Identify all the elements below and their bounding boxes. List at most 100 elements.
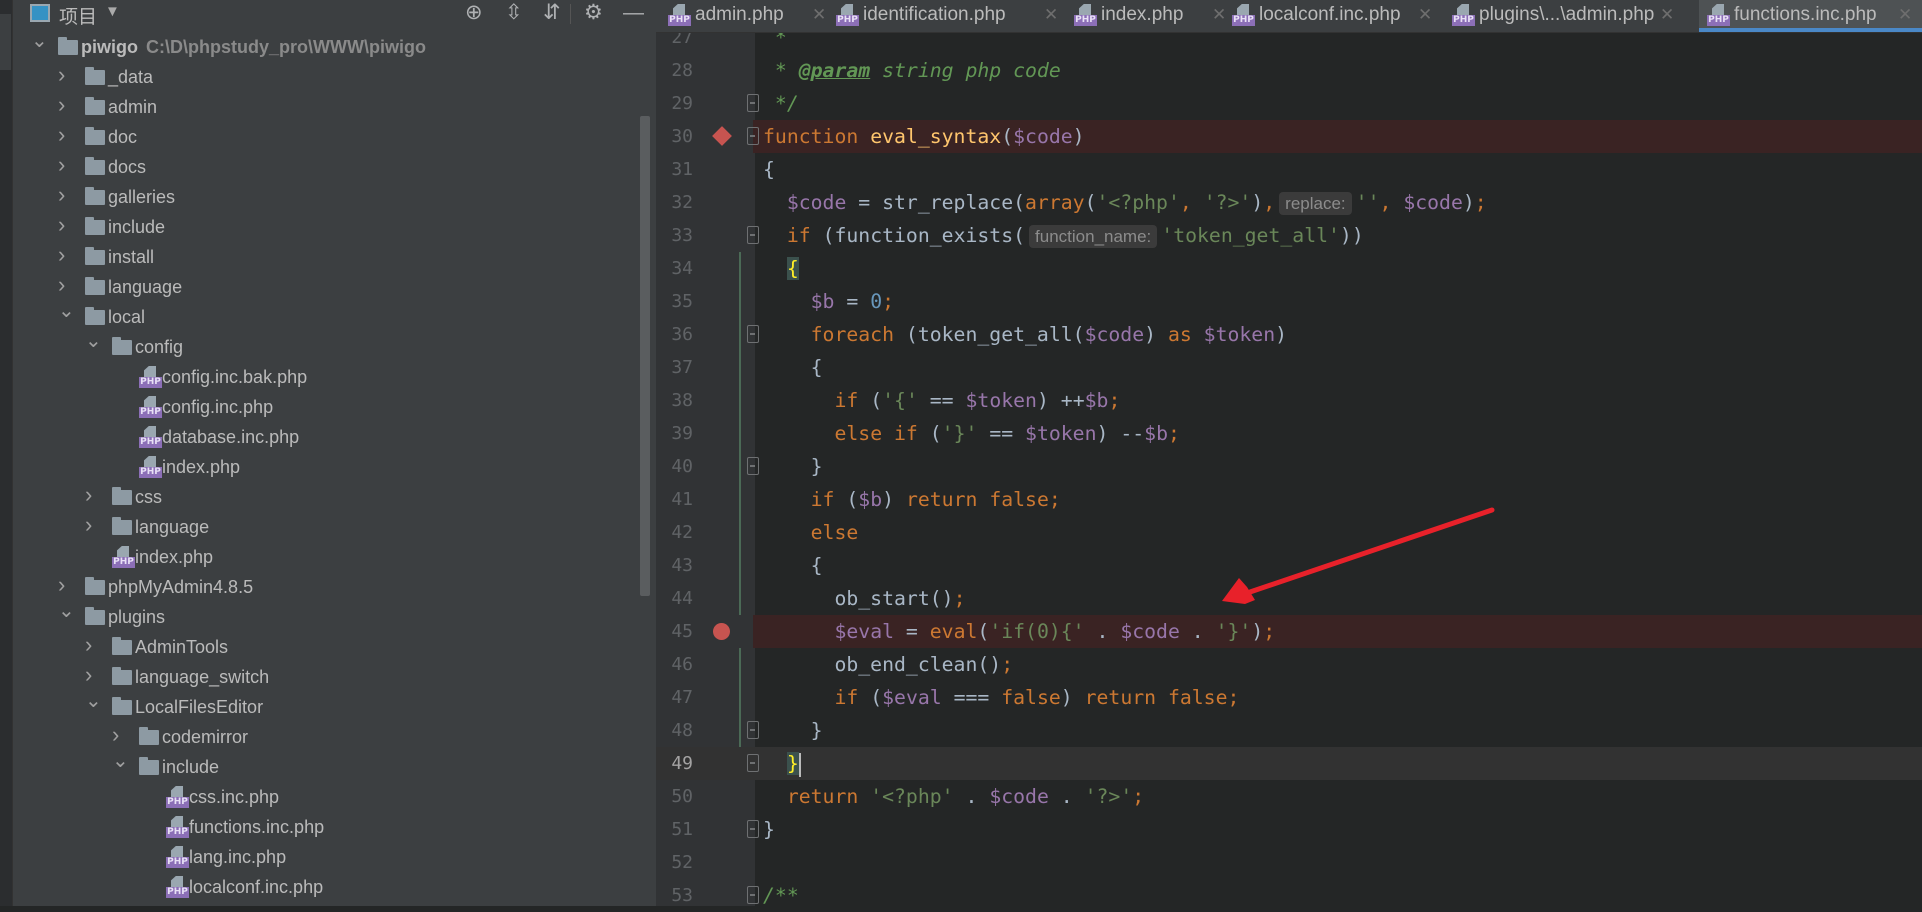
chevron-down-icon[interactable]: ⌄	[58, 296, 75, 326]
code-line[interactable]: 40 }	[656, 450, 1922, 483]
tree-item-database-inc-php[interactable]: PHP database.inc.php	[13, 422, 643, 452]
tree-item-install[interactable]: › install	[13, 242, 643, 272]
tree-item-galleries[interactable]: › galleries	[13, 182, 643, 212]
code-line[interactable]: 46 ob_end_clean();	[656, 648, 1922, 681]
code-line[interactable]: 34 {	[656, 252, 1922, 285]
close-icon[interactable]: ✕	[1898, 0, 1912, 30]
tree-item-config-inc-php[interactable]: PHP config.inc.php	[13, 392, 643, 422]
tab-plugins-admin-php[interactable]: PHP plugins\...\admin.php ✕	[1444, 0, 1684, 32]
code-line[interactable]: 45 $eval = eval('if(0){' . $code . '}');	[656, 615, 1922, 648]
sidebar-scrollbar[interactable]	[640, 116, 650, 596]
code-line[interactable]: 37 {	[656, 351, 1922, 384]
chevron-right-icon[interactable]: ›	[58, 120, 65, 150]
tree-item-index-php[interactable]: PHP index.php	[13, 542, 643, 572]
tree-item-lang-inc-php[interactable]: PHP lang.inc.php	[13, 842, 643, 872]
code-line[interactable]: 28 * @param string php code	[656, 54, 1922, 87]
gear-icon[interactable]: ⚙	[584, 1, 603, 25]
chevron-right-icon[interactable]: ›	[85, 510, 92, 540]
chevron-down-icon[interactable]: ⌄	[85, 686, 102, 716]
fold-marker-icon[interactable]	[747, 94, 759, 112]
tree-item-config-inc-bak-php[interactable]: PHP config.inc.bak.php	[13, 362, 643, 392]
tree-item-phpmyadmin4-8-5[interactable]: › phpMyAdmin4.8.5	[13, 572, 643, 602]
collapse-all-icon[interactable]: ⇵	[543, 1, 561, 25]
fold-marker-icon[interactable]	[747, 721, 759, 739]
tab-identification-php[interactable]: PHP identification.php ✕	[828, 0, 1068, 32]
tree-item-doc[interactable]: › doc	[13, 122, 643, 152]
close-icon[interactable]: ✕	[1044, 0, 1058, 30]
close-icon[interactable]: ✕	[812, 0, 826, 30]
tab-index-php[interactable]: PHP index.php ✕	[1066, 0, 1236, 32]
tree-item-config[interactable]: ⌄ config	[13, 330, 643, 362]
tree-item-functions-inc-php[interactable]: PHP functions.inc.php	[13, 812, 643, 842]
code-line[interactable]: 29 */	[656, 87, 1922, 120]
chevron-down-icon[interactable]: ⌄	[85, 326, 102, 356]
chevron-right-icon[interactable]: ›	[85, 630, 92, 660]
tree-item-localconf-inc-php[interactable]: PHP localconf.inc.php	[13, 872, 643, 902]
tree-item-localfileseditor[interactable]: ⌄ LocalFilesEditor	[13, 690, 643, 722]
close-icon[interactable]: ✕	[1418, 0, 1432, 30]
code-line[interactable]: 36 foreach (token_get_all($code) as $tok…	[656, 318, 1922, 351]
tree-item-codemirror[interactable]: › codemirror	[13, 722, 643, 752]
chevron-down-icon[interactable]: ⌄	[58, 596, 75, 626]
chevron-right-icon[interactable]: ›	[58, 210, 65, 240]
tree-item-local[interactable]: ⌄ local	[13, 300, 643, 332]
chevron-right-icon[interactable]: ›	[58, 90, 65, 120]
minimize-icon[interactable]: —	[623, 1, 644, 25]
code-line[interactable]: 31 {	[656, 153, 1922, 186]
tree-item-admin[interactable]: › admin	[13, 92, 643, 122]
chevron-down-icon[interactable]: ▼	[105, 3, 120, 20]
tree-item-language[interactable]: › language	[13, 272, 643, 302]
tree-item-include[interactable]: ⌄ include	[13, 750, 643, 782]
fold-marker-icon[interactable]	[747, 226, 759, 244]
tree-item-plugins[interactable]: ⌄ plugins	[13, 600, 643, 632]
code-line[interactable]: 41 if ($b) return false;	[656, 483, 1922, 516]
fold-marker-icon[interactable]	[747, 886, 759, 904]
chevron-down-icon[interactable]: ⌄	[112, 746, 129, 776]
tree-item-include[interactable]: › include	[13, 212, 643, 242]
fold-marker-icon[interactable]	[747, 127, 759, 145]
code-line[interactable]: 47 if ($eval === false) return false;	[656, 681, 1922, 714]
code-line[interactable]: 30 function eval_syntax($code)	[656, 120, 1922, 153]
code-line[interactable]: 43 {	[656, 549, 1922, 582]
project-tool-window-button[interactable]	[0, 14, 11, 70]
chevron-right-icon[interactable]: ›	[58, 240, 65, 270]
tab-functions-inc-php[interactable]: PHP functions.inc.php ✕	[1699, 0, 1922, 32]
tree-item-index-php[interactable]: PHP index.php	[13, 452, 643, 482]
tree-item-docs[interactable]: › docs	[13, 152, 643, 182]
tree-item-piwigo[interactable]: ⌄ piwigo C:\D\phpstudy_pro\WWW\piwigo	[13, 30, 643, 62]
code-line[interactable]: 35 $b = 0;	[656, 285, 1922, 318]
code-line[interactable]: 49 }	[656, 747, 1922, 780]
tree-item--data[interactable]: › _data	[13, 62, 643, 92]
code-line[interactable]: 38 if ('{' == $token) ++$b;	[656, 384, 1922, 417]
code-line[interactable]: 42 else	[656, 516, 1922, 549]
close-icon[interactable]: ✕	[1660, 0, 1674, 30]
tree-item-admintools[interactable]: › AdminTools	[13, 632, 643, 662]
code-line[interactable]: 32 $code = str_replace(array('<?php', '?…	[656, 186, 1922, 219]
expand-all-icon[interactable]: ⇳	[505, 1, 523, 25]
tab-admin-php[interactable]: PHP admin.php ✕	[660, 0, 836, 32]
fold-marker-icon[interactable]	[747, 457, 759, 475]
chevron-down-icon[interactable]: ⌄	[31, 26, 48, 56]
fold-marker-icon[interactable]	[747, 325, 759, 343]
code-line[interactable]: 51}	[656, 813, 1922, 846]
tree-item-language-switch[interactable]: › language_switch	[13, 662, 643, 692]
code-line[interactable]: 39 else if ('}' == $token) --$b;	[656, 417, 1922, 450]
fold-marker-icon[interactable]	[747, 820, 759, 838]
code-line[interactable]: 53 /**	[656, 879, 1922, 912]
locate-icon[interactable]: ⊕	[465, 1, 483, 25]
chevron-right-icon[interactable]: ›	[85, 480, 92, 510]
code-line[interactable]: 50 return '<?php' . $code . '?>';	[656, 780, 1922, 813]
breakpoint-icon[interactable]	[713, 623, 730, 640]
chevron-right-icon[interactable]: ›	[58, 180, 65, 210]
code-line[interactable]: 44 ob_start();	[656, 582, 1922, 615]
tree-item-language[interactable]: › language	[13, 512, 643, 542]
chevron-right-icon[interactable]: ›	[58, 60, 65, 90]
tree-item-css-inc-php[interactable]: PHP css.inc.php	[13, 782, 643, 812]
code-line[interactable]: 52	[656, 846, 1922, 879]
code-line[interactable]: 33 if (function_exists(function_name:'to…	[656, 219, 1922, 252]
tree-item-css[interactable]: › css	[13, 482, 643, 512]
project-title[interactable]: 项目	[59, 2, 97, 29]
fold-marker-icon[interactable]	[747, 754, 759, 772]
chevron-right-icon[interactable]: ›	[58, 150, 65, 180]
code-line[interactable]: 48 }	[656, 714, 1922, 747]
